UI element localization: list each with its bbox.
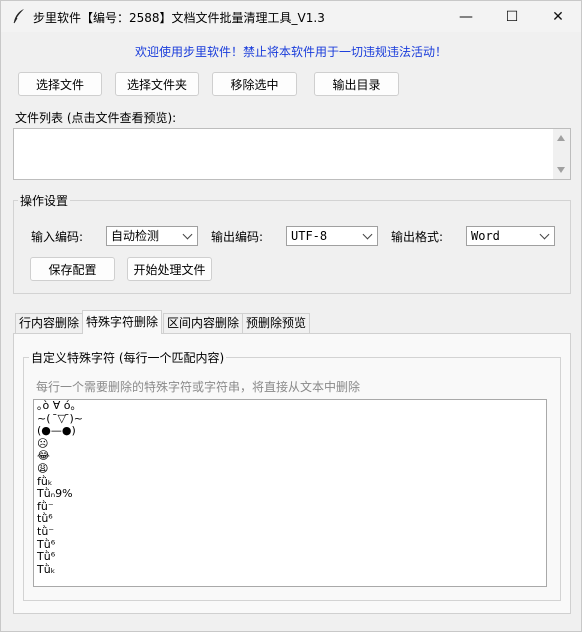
save-config-button[interactable]: 保存配置 [30,257,115,281]
minimize-icon: — [459,8,473,25]
start-processing-button[interactable]: 开始处理文件 [127,257,212,281]
file-list-label: 文件列表 (点击文件查看预览): [15,111,177,125]
tab-special-char-delete[interactable]: 特殊字符删除 [82,310,163,334]
file-listbox[interactable] [13,128,571,180]
chevron-down-icon [182,229,193,240]
input-encoding-label: 输入编码: [31,230,84,244]
text-line: (●—●) [37,424,76,438]
output-format-label: 输出格式: [391,230,444,244]
text-line: ~( ̄▽ ̄)~ [37,411,83,425]
output-encoding-value: UTF-8 [291,229,328,243]
feather-icon [13,9,24,24]
chevron-down-icon [539,229,550,240]
file-list-scrollbar[interactable] [553,129,570,179]
output-format-value: Word [471,229,500,243]
tab-range-content-delete[interactable]: 区间内容删除 [163,313,244,334]
text-line: Tǜ⁶ [37,550,56,564]
select-file-button[interactable]: 选择文件 [18,72,102,96]
text-line: 😩 [37,461,49,475]
remove-selected-button[interactable]: 移除选中 [212,72,297,96]
warning-notice: 欢迎使用步里软件！禁止将本软件用于一切违规违法活动！ [134,45,447,59]
custom-chars-group-title: 自定义特殊字符 (每行一个匹配内容) [29,349,227,366]
scroll-up-icon[interactable] [557,135,565,141]
special-chars-textarea[interactable]: ｡ò ∀ ó｡ ~( ̄▽ ̄)~ (●—●) ☹ 😂 😩 fǜₖ Tǜₙ9% … [33,399,547,587]
tab-line-content-delete[interactable]: 行内容删除 [15,313,84,334]
close-icon: ✕ [552,8,564,25]
text-line: fǜₖ [37,474,53,488]
maximize-icon: ☐ [505,8,519,25]
scroll-down-icon[interactable] [557,167,565,173]
select-folder-button[interactable]: 选择文件夹 [115,72,199,96]
settings-group-title: 操作设置 [18,192,71,209]
output-encoding-select[interactable]: UTF-8 [286,226,378,246]
app-window: 步里软件【编号：2588】文档文件批量清理工具_V1.3 — ☐ ✕ 欢迎使用步… [0,0,582,632]
text-line: 😂 [37,449,50,463]
text-line: fǜ⁻ [37,499,54,513]
custom-chars-hint: 每行一个需要删除的特殊字符或字符串，将直接从文本中删除 [36,380,361,394]
text-line: Tǜₖ [37,562,56,576]
text-line: Tǜₙ9% [37,487,73,501]
output-encoding-label: 输出编码: [211,230,264,244]
title-bar[interactable]: 步里软件【编号：2588】文档文件批量清理工具_V1.3 — ☐ ✕ [1,1,581,32]
output-directory-button[interactable]: 输出目录 [314,72,399,96]
text-line: ☹ [37,436,49,450]
input-encoding-select[interactable]: 自动检测 [106,226,198,246]
minimize-button[interactable]: — [443,1,489,32]
text-line: ｡ò ∀ ó｡ [37,399,76,412]
tab-pre-delete-preview[interactable]: 预删除预览 [242,313,311,334]
input-encoding-value: 自动检测 [111,229,160,243]
chevron-down-icon [362,229,373,240]
maximize-button[interactable]: ☐ [489,1,535,32]
output-format-select[interactable]: Word [466,226,555,246]
text-line: tǜ⁻ [37,524,55,538]
window-title: 步里软件【编号：2588】文档文件批量清理工具_V1.3 [33,11,325,25]
text-line: tǜ⁶ [37,512,53,526]
close-button[interactable]: ✕ [535,1,581,32]
text-line: Tǜ⁶ [37,537,56,551]
